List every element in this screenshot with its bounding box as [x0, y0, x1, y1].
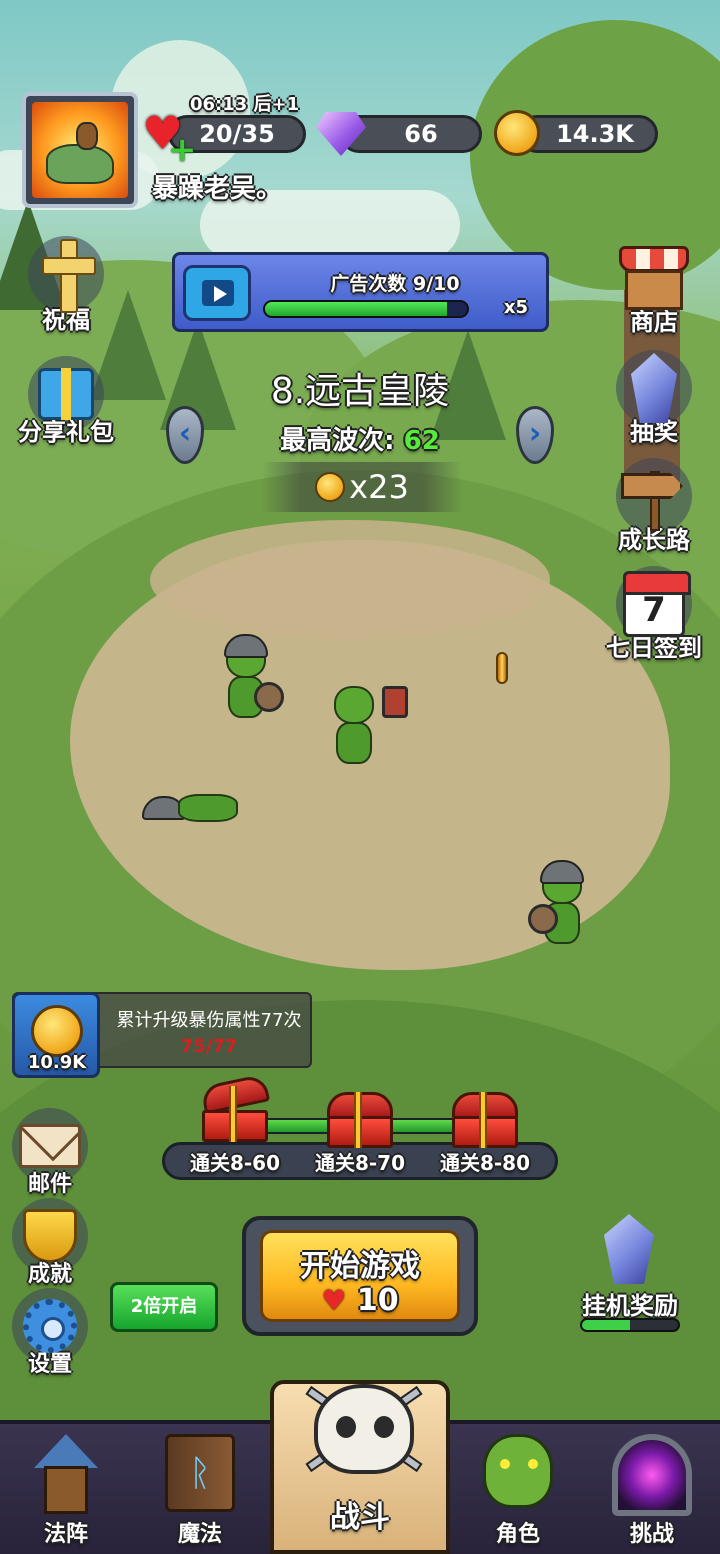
- settings-button[interactable]: 设置: [0, 1288, 110, 1378]
- quest-progress: 75/77: [180, 1036, 238, 1057]
- stage-chest-1[interactable]: [199, 1073, 271, 1142]
- idle-reward-label: 挂机奖励: [582, 1292, 678, 1320]
- achievements-button[interactable]: 成就: [0, 1198, 110, 1288]
- gem-value: 66: [404, 120, 438, 148]
- ad-progress-bar: [263, 300, 469, 318]
- quest-panel[interactable]: 10.9K 累计升级暴伤属性77次 75/77: [12, 992, 312, 1078]
- chest-3-label: 通关8-80: [439, 1151, 531, 1175]
- play-video-icon[interactable]: [183, 265, 251, 321]
- nav-formation[interactable]: 法阵: [6, 1434, 126, 1554]
- chest-2-label: 通关8-70: [314, 1151, 406, 1175]
- mail-icon: [19, 1124, 81, 1168]
- nav-formation-label: 法阵: [43, 1522, 88, 1547]
- start-cost-value: 10: [356, 1283, 399, 1318]
- stage-chest-3[interactable]: [452, 1092, 518, 1148]
- orc-face-icon: [483, 1434, 553, 1508]
- nav-battle[interactable]: 战斗: [270, 1380, 450, 1554]
- energy-value: 20/35: [199, 120, 275, 148]
- spellbook-icon: [165, 1434, 235, 1512]
- quest-description: 累计升级暴伤属性77次: [116, 1010, 302, 1031]
- double-speed-button[interactable]: 2倍开启: [110, 1282, 218, 1332]
- seven-day-checkin-button[interactable]: 7 七日签到: [594, 566, 714, 663]
- coin-icon: [315, 472, 346, 502]
- tower-icon: [30, 1434, 102, 1514]
- cross-icon: [36, 239, 96, 313]
- nav-challenge[interactable]: 挑战: [592, 1434, 712, 1554]
- quest-reward-amount: 10.9K: [27, 1052, 87, 1073]
- coin-icon: [31, 1005, 83, 1057]
- coin-icon: [494, 110, 540, 156]
- chest-1-label: 通关8-60: [189, 1151, 281, 1175]
- nav-character-label: 角色: [495, 1522, 540, 1547]
- nav-challenge-label: 挑战: [629, 1522, 674, 1547]
- nav-magic-label: 魔法: [177, 1522, 222, 1547]
- calendar-icon: 7: [623, 571, 691, 637]
- best-wave-value: 62: [403, 426, 440, 456]
- idle-reward-progress-bar: [580, 1318, 680, 1332]
- nav-character[interactable]: 角色: [458, 1434, 578, 1554]
- start-game-button[interactable]: 开始游戏 ♥ 10: [242, 1216, 478, 1336]
- heart-icon: ♥: [321, 1284, 347, 1317]
- mail-button[interactable]: 邮件: [0, 1108, 110, 1198]
- quest-reward-icon: 10.9K: [12, 992, 100, 1078]
- player-avatar[interactable]: [22, 92, 138, 208]
- shop-icon: [619, 246, 689, 310]
- best-wave-label: 最高波次:: [280, 426, 395, 456]
- stage-reward-value: x23: [349, 468, 409, 506]
- ad-count-label: 广告次数 9/10: [330, 273, 460, 295]
- nav-battle-label: 战斗: [330, 1500, 390, 1535]
- portal-icon: [612, 1434, 692, 1516]
- start-game-label: 开始游戏: [300, 1249, 420, 1284]
- blessing-button[interactable]: 祝福: [6, 236, 126, 335]
- mail-label: 邮件: [27, 1172, 72, 1197]
- start-cost: ♥ 10: [263, 1283, 457, 1318]
- dropped-coin: [496, 652, 508, 684]
- stage-chest-2[interactable]: [327, 1092, 393, 1148]
- signpost-icon: [621, 461, 687, 531]
- energy-timer: 06:13 后+1: [190, 94, 300, 115]
- gear-icon: [23, 1299, 77, 1353]
- growth-path-button[interactable]: 成长路: [594, 458, 714, 555]
- shop-button[interactable]: 商店: [594, 240, 714, 337]
- best-wave: 最高波次: 62: [0, 420, 720, 457]
- achievements-label: 成就: [27, 1262, 72, 1287]
- add-energy-icon[interactable]: +: [168, 130, 197, 170]
- stage-coin-reward: x23: [262, 462, 462, 512]
- stage-title: 8.远古皇陵: [270, 371, 450, 412]
- ad-multiplier: x5: [503, 297, 528, 318]
- trophy-icon: [23, 1209, 77, 1263]
- watch-ad-panel[interactable]: 广告次数 9/10 x5: [172, 252, 549, 332]
- nav-magic[interactable]: 魔法: [140, 1434, 260, 1554]
- coin-value: 14.3K: [556, 120, 634, 148]
- skull-icon: [314, 1384, 414, 1474]
- dirt-clearing: [150, 520, 550, 640]
- player-name: 暴躁老吴。: [152, 174, 283, 204]
